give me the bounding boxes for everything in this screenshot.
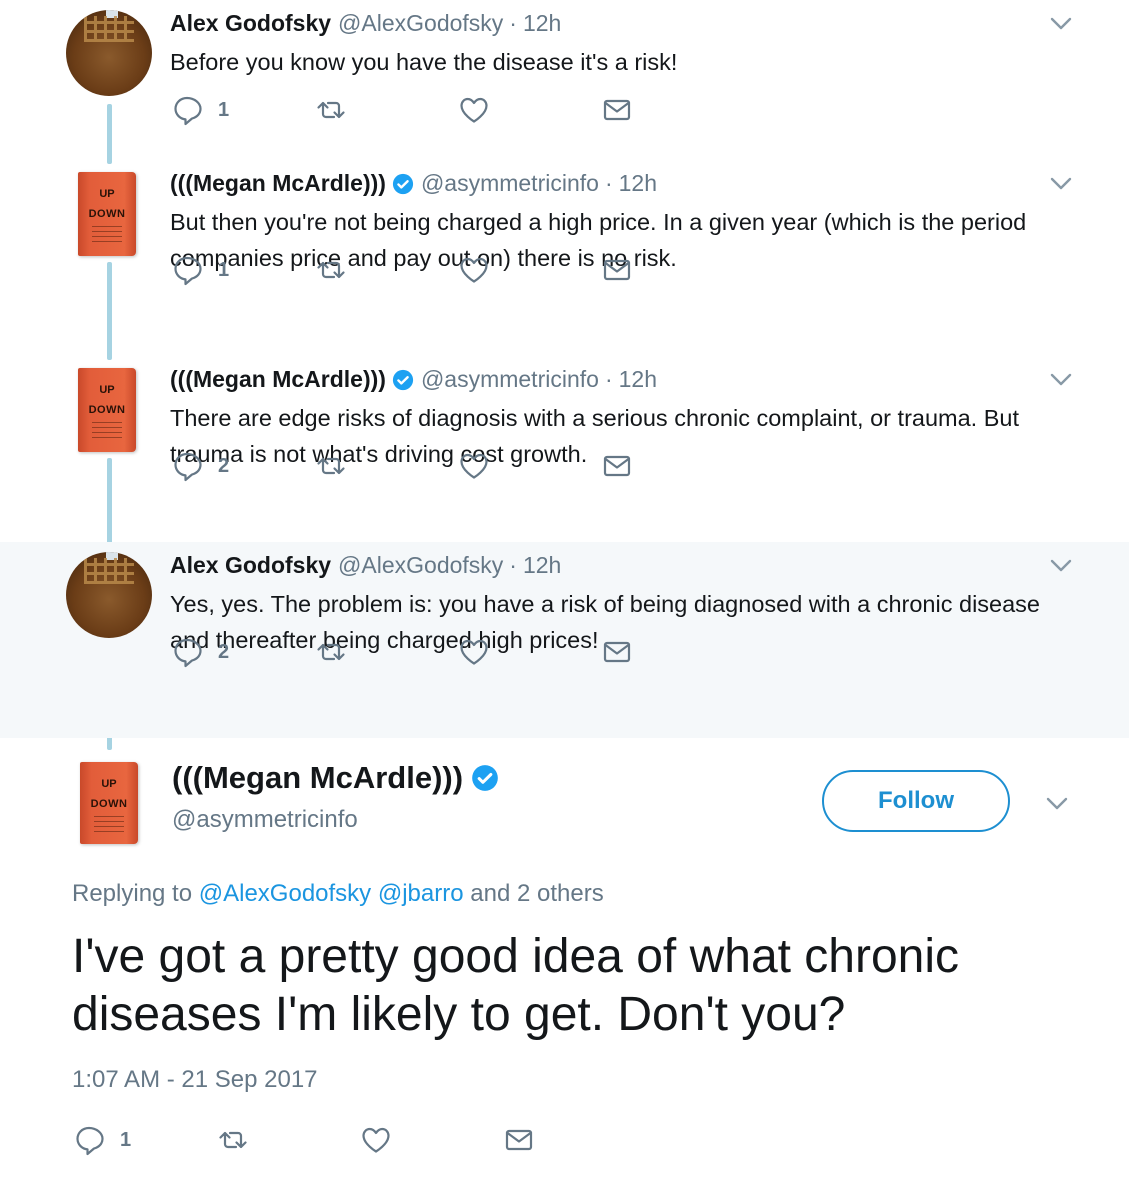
reply-button[interactable]: 2 xyxy=(170,632,229,672)
separator-dot: · xyxy=(509,10,517,36)
author-handle[interactable]: @asymmetricinfo xyxy=(172,806,358,834)
chevron-down-icon[interactable] xyxy=(1044,794,1070,812)
thread-tweet[interactable]: UP DOWN (((Megan McArdle))) @asymmetricinfo… xyxy=(0,356,1129,552)
author-name[interactable]: Alex Godofsky xyxy=(170,552,331,579)
tweet-time[interactable]: 12h xyxy=(619,366,657,393)
envelope-icon xyxy=(603,259,631,281)
tweet-time[interactable]: 12h xyxy=(523,552,561,579)
reply-count: 1 xyxy=(218,258,230,281)
heart-icon xyxy=(460,453,488,479)
verified-badge-icon xyxy=(392,173,414,194)
chevron-down-icon[interactable] xyxy=(1048,556,1074,574)
dm-button[interactable] xyxy=(600,632,634,672)
author-name[interactable]: (((Megan McArdle))) xyxy=(172,760,499,796)
book-title-bottom: DOWN xyxy=(88,208,126,220)
book-title-top: UP xyxy=(99,384,115,396)
separator-dot: · xyxy=(604,366,613,392)
retweet-icon xyxy=(317,101,345,119)
reply-count: 1 xyxy=(120,1128,132,1151)
separator-dot: · xyxy=(604,170,613,196)
tweet-header: (((Megan McArdle))) @asymmetricinfo · 12h xyxy=(170,170,657,197)
like-button[interactable] xyxy=(457,90,491,130)
author-handle[interactable]: @AlexGodofsky xyxy=(338,552,503,579)
reply-count: 2 xyxy=(218,640,230,663)
separator-dot: · xyxy=(509,552,517,578)
envelope-icon xyxy=(603,641,631,663)
book-title-bottom: DOWN xyxy=(90,798,128,810)
tweet-time[interactable]: 12h xyxy=(523,10,561,37)
author-name-text[interactable]: (((Megan McArdle))) xyxy=(172,760,463,796)
author-handle[interactable]: @AlexGodofsky xyxy=(338,10,503,37)
verified-badge-icon xyxy=(392,369,414,390)
reply-button[interactable]: 2 xyxy=(170,446,229,486)
reply-button[interactable]: 1 xyxy=(170,250,229,290)
reply-button[interactable]: 1 xyxy=(170,90,229,130)
envelope-icon xyxy=(603,455,631,477)
dm-button[interactable] xyxy=(600,90,634,130)
envelope-icon xyxy=(505,1129,533,1151)
author-name[interactable]: (((Megan McArdle))) xyxy=(170,366,386,393)
reply-icon xyxy=(174,638,202,668)
tweet-header: (((Megan McArdle))) @asymmetricinfo · 12h xyxy=(170,366,657,393)
avatar[interactable]: UP DOWN xyxy=(78,368,136,452)
retweet-icon xyxy=(317,261,345,279)
replying-to-line: Replying to @AlexGodofsky @jbarro and 2 … xyxy=(72,880,604,908)
replying-user-link[interactable]: @jbarro xyxy=(378,880,464,907)
book-title-top: UP xyxy=(99,188,115,200)
retweet-icon xyxy=(317,643,345,661)
replying-prefix: Replying to xyxy=(72,880,193,907)
tweet-header: Alex Godofsky @AlexGodofsky · 12h xyxy=(170,552,561,579)
like-button[interactable] xyxy=(457,250,491,290)
thread-tweet[interactable]: UP DOWN (((Megan McArdle))) @asymmetricinfo… xyxy=(0,160,1129,356)
reply-icon xyxy=(76,1126,104,1156)
like-button[interactable] xyxy=(359,1120,393,1160)
reply-icon xyxy=(174,452,202,482)
reply-button[interactable]: 1 xyxy=(72,1120,131,1160)
like-button[interactable] xyxy=(457,446,491,486)
replying-others-link[interactable]: and 2 others xyxy=(470,880,603,907)
heart-icon xyxy=(362,1127,390,1153)
reply-count: 2 xyxy=(218,454,230,477)
follow-button[interactable]: Follow xyxy=(822,770,1010,832)
dm-button[interactable] xyxy=(502,1120,536,1160)
retweet-icon xyxy=(317,457,345,475)
retweet-button[interactable] xyxy=(314,90,348,130)
retweet-button[interactable] xyxy=(314,632,348,672)
chevron-down-icon[interactable] xyxy=(1048,370,1074,388)
heart-icon xyxy=(460,257,488,283)
retweet-button[interactable] xyxy=(314,250,348,290)
envelope-icon xyxy=(603,99,631,121)
heart-icon xyxy=(460,639,488,665)
tweet-text: Before you know you have the disease it'… xyxy=(170,49,678,75)
tweet-time[interactable]: 12h xyxy=(619,170,657,197)
reply-icon xyxy=(174,96,202,126)
like-button[interactable] xyxy=(457,632,491,672)
tweet-text: I've got a pretty good idea of what chro… xyxy=(72,930,960,1041)
author-handle[interactable]: @asymmetricinfo xyxy=(421,170,599,197)
author-name[interactable]: (((Megan McArdle))) xyxy=(170,170,386,197)
verified-badge-icon xyxy=(472,765,498,791)
dm-button[interactable] xyxy=(600,446,634,486)
avatar[interactable] xyxy=(66,552,152,638)
chevron-down-icon[interactable] xyxy=(1048,14,1074,32)
avatar[interactable] xyxy=(66,10,152,96)
book-title-bottom: DOWN xyxy=(88,404,126,416)
chevron-down-icon[interactable] xyxy=(1048,174,1074,192)
reply-count: 1 xyxy=(218,98,230,121)
retweet-button[interactable] xyxy=(216,1120,250,1160)
reply-icon xyxy=(174,256,202,286)
dm-button[interactable] xyxy=(600,250,634,290)
book-title-top: UP xyxy=(101,778,117,790)
replying-user-link[interactable]: @AlexGodofsky xyxy=(199,880,371,907)
avatar[interactable]: UP DOWN xyxy=(80,762,138,844)
tweet-timestamp[interactable]: 1:07 AM - 21 Sep 2017 xyxy=(72,1066,318,1094)
author-name[interactable]: Alex Godofsky xyxy=(170,10,331,37)
heart-icon xyxy=(460,97,488,123)
author-handle[interactable]: @asymmetricinfo xyxy=(421,366,599,393)
retweet-icon xyxy=(219,1131,247,1149)
avatar[interactable]: UP DOWN xyxy=(78,172,136,256)
tweet-header: Alex Godofsky @AlexGodofsky · 12h xyxy=(170,10,561,37)
retweet-button[interactable] xyxy=(314,446,348,486)
thread-tweet[interactable]: Alex Godofsky @AlexGodofsky · 12h Yes, yes. … xyxy=(0,542,1129,738)
